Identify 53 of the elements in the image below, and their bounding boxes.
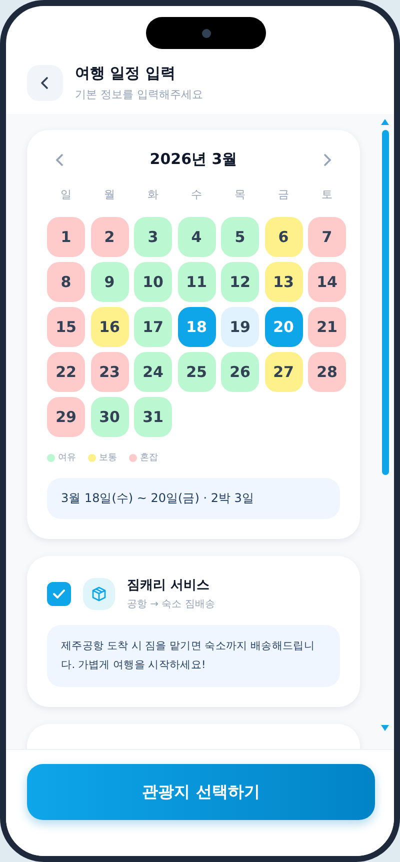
page-subtitle: 기본 정보를 입력해주세요 (75, 87, 203, 102)
calendar-day[interactable]: 19 (221, 307, 259, 347)
calendar-day[interactable]: 9 (90, 262, 128, 302)
legend-label: 보통 (99, 452, 117, 464)
calendar-day[interactable]: 6 (264, 217, 302, 257)
calendar-day[interactable]: 23 (90, 352, 128, 392)
calendar-day[interactable]: 21 (308, 307, 346, 347)
back-button[interactable] (27, 65, 63, 101)
calendar-day[interactable]: 8 (47, 262, 85, 302)
checkbox[interactable] (47, 582, 71, 606)
service-description: 제주공항 도착 시 짐을 맡기면 숙소까지 배송해드립니다. 가볍게 여행을 시작하세요! (47, 625, 340, 687)
calendar-day[interactable]: 3 (134, 217, 172, 257)
scroll-down-icon[interactable] (380, 724, 390, 732)
calendar-day[interactable]: 4 (178, 217, 216, 257)
date-range-summary: 3월 18일(수) ~ 20일(금) · 2박 3일 (47, 478, 340, 519)
calendar-day[interactable]: 10 (134, 262, 172, 302)
calendar-day[interactable]: 16 (90, 307, 128, 347)
check-icon (52, 588, 66, 600)
scroll-up-icon[interactable] (380, 118, 390, 126)
calendar-day[interactable]: 1 (47, 217, 85, 257)
calendar-day[interactable]: 22 (47, 352, 85, 392)
calendar-day[interactable]: 27 (264, 352, 302, 392)
calendar-day[interactable]: 24 (134, 352, 172, 392)
legend-label: 여유 (58, 452, 76, 464)
month-title: 2026년 3월 (150, 150, 238, 169)
calendar-day[interactable]: 11 (178, 262, 216, 302)
calendar-day[interactable]: 15 (47, 307, 85, 347)
calendar-day[interactable]: 25 (178, 352, 216, 392)
weekday-label: 수 (190, 187, 203, 202)
back-icon (39, 76, 51, 90)
legend-label: 혼잡 (140, 452, 158, 464)
box-icon (83, 578, 115, 610)
page-title: 여행 일정 입력 (75, 64, 176, 83)
weekday-label: 일 (60, 187, 72, 202)
calendar-day[interactable]: 31 (134, 397, 172, 437)
weekday-label: 토 (320, 187, 334, 202)
weekday-label: 목 (234, 187, 246, 202)
calendar-day[interactable]: 2 (90, 217, 128, 257)
calendar-day[interactable]: 7 (308, 217, 346, 257)
calendar-day[interactable]: 5 (221, 217, 259, 257)
calendar-day[interactable]: 30 (90, 397, 128, 437)
weekday-label: 월 (103, 187, 116, 202)
weekday-label: 화 (146, 187, 160, 202)
service-subtitle: 공항 → 숙소 짐배송 (127, 598, 215, 611)
calendar-day[interactable]: 13 (264, 262, 302, 302)
calendar-day[interactable]: 28 (308, 352, 346, 392)
service-title: 짐캐리 서비스 (127, 577, 211, 594)
calendar-day[interactable]: 12 (221, 262, 259, 302)
calendar-day[interactable]: 17 (134, 307, 172, 347)
calendar-day[interactable]: 29 (47, 397, 85, 437)
calendar-day[interactable]: 14 (308, 262, 346, 302)
calendar-day[interactable]: 26 (221, 352, 259, 392)
weekday-label: 금 (277, 187, 290, 202)
